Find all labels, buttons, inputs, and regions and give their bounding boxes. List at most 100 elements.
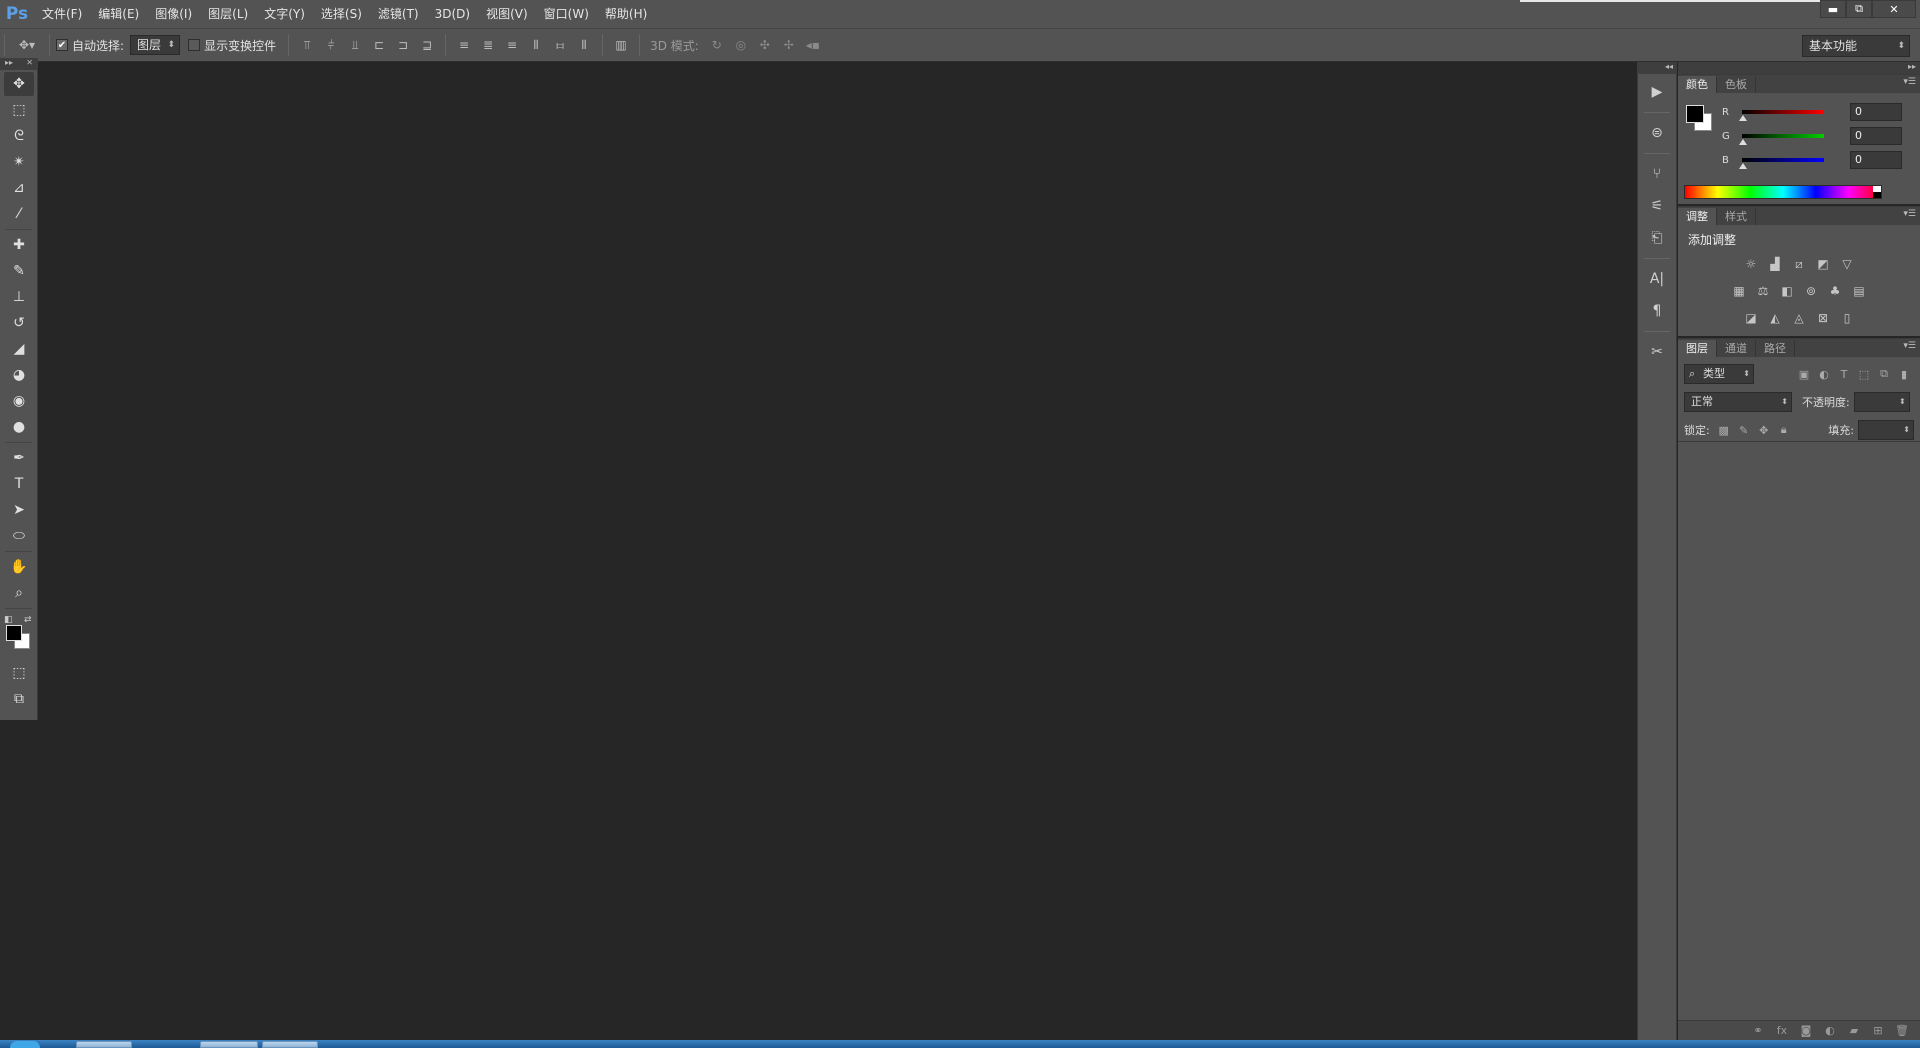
history-brush-tool[interactable]: ↺ bbox=[4, 311, 34, 335]
brush-tool[interactable]: ✎ bbox=[4, 259, 34, 283]
layer-style-icon[interactable]: fx bbox=[1770, 1024, 1794, 1037]
3d-rotate-icon[interactable]: ↻ bbox=[707, 35, 727, 55]
play-icon[interactable]: ▶ bbox=[1641, 78, 1673, 106]
dock-header[interactable]: ◂◂ bbox=[1637, 62, 1677, 74]
brush-presets-icon[interactable]: ⑂ bbox=[1641, 160, 1673, 188]
auto-select-target-dropdown[interactable]: 图层 bbox=[130, 35, 181, 55]
filter-kind-dropdown[interactable]: ⌕ 类型 bbox=[1684, 364, 1754, 384]
filter-toggle-icon[interactable]: ▮ bbox=[1894, 365, 1914, 383]
vibrance-icon[interactable]: ▽ bbox=[1837, 255, 1857, 273]
crop-tool[interactable]: ⊿ bbox=[4, 176, 34, 200]
align-vcenter-icon[interactable]: ⫩ bbox=[321, 35, 341, 55]
document-area[interactable] bbox=[39, 62, 1637, 1040]
menu-view[interactable]: 视图(V) bbox=[478, 0, 536, 28]
distribute-left-icon[interactable]: ⫴ bbox=[526, 35, 546, 55]
link-layers-icon[interactable]: ⚭ bbox=[1746, 1024, 1770, 1037]
menu-type[interactable]: 文字(Y) bbox=[256, 0, 313, 28]
collapse-icon[interactable]: ▸▸ bbox=[5, 58, 13, 70]
lock-all-icon[interactable]: 🔒︎ bbox=[1774, 421, 1794, 439]
paint-bucket-tool[interactable]: ◕ bbox=[4, 363, 34, 387]
tool-presets-icon[interactable]: ⚟ bbox=[1641, 192, 1673, 220]
red-value-input[interactable]: 0 bbox=[1850, 103, 1902, 121]
collapse-icon[interactable]: ▸▸ bbox=[1908, 62, 1916, 71]
menu-layer[interactable]: 图层(L) bbox=[200, 0, 256, 28]
minimize-button[interactable]: ▬ bbox=[1820, 0, 1846, 18]
auto-align-icon[interactable]: ▥ bbox=[611, 35, 631, 55]
tool-preset-picker-icon[interactable]: ✥▾ bbox=[13, 35, 41, 55]
lock-image-icon[interactable]: ✎ bbox=[1734, 421, 1754, 439]
right-panels-header[interactable]: ▸▸ bbox=[1678, 62, 1920, 74]
menu-edit[interactable]: 编辑(E) bbox=[90, 0, 147, 28]
selective-color-icon[interactable]: ⊠ bbox=[1813, 309, 1833, 327]
rect-marquee-tool[interactable]: ⬚ bbox=[4, 98, 34, 122]
filter-shape-icon[interactable]: ⬚ bbox=[1854, 365, 1874, 383]
screen-mode-button[interactable]: ⧉ bbox=[4, 687, 34, 711]
fill-input[interactable] bbox=[1858, 420, 1914, 440]
align-right-icon[interactable]: ⊒ bbox=[417, 35, 437, 55]
path-selection-tool[interactable]: ➤ bbox=[4, 498, 34, 522]
3d-roll-icon[interactable]: ◎ bbox=[731, 35, 751, 55]
blue-value-input[interactable]: 0 bbox=[1850, 151, 1902, 169]
color-spectrum-bar[interactable] bbox=[1684, 185, 1882, 199]
menu-file[interactable]: 文件(F) bbox=[34, 0, 90, 28]
tools-icon[interactable]: ✂ bbox=[1641, 338, 1673, 366]
collapse-icon[interactable]: ◂◂ bbox=[1665, 62, 1673, 71]
record-icon[interactable]: ⊜ bbox=[1641, 119, 1673, 147]
close-button[interactable]: ✕ bbox=[1872, 0, 1916, 18]
workspace-switcher[interactable]: 基本功能 bbox=[1802, 35, 1910, 57]
tab-color[interactable]: 颜色 bbox=[1678, 76, 1717, 93]
distribute-hcenter-icon[interactable]: ⧦ bbox=[550, 35, 570, 55]
tab-channels[interactable]: 通道 bbox=[1717, 340, 1756, 357]
3d-slide-icon[interactable]: ✢ bbox=[779, 35, 799, 55]
dodge-tool[interactable]: ● bbox=[4, 415, 34, 439]
taskbar-item[interactable] bbox=[262, 1041, 318, 1048]
ellipse-tool[interactable]: ⬭ bbox=[4, 524, 34, 548]
menu-help[interactable]: 帮助(H) bbox=[597, 0, 655, 28]
blur-tool[interactable]: ◉ bbox=[4, 389, 34, 413]
panel-menu-icon[interactable]: ▾☰ bbox=[1903, 341, 1916, 351]
healing-brush-tool[interactable]: ✚ bbox=[4, 233, 34, 257]
brightness-icon[interactable]: ☼ bbox=[1741, 255, 1761, 273]
taskbar-item[interactable] bbox=[200, 1041, 258, 1048]
new-group-icon[interactable]: ▰ bbox=[1842, 1024, 1866, 1037]
align-hcenter-icon[interactable]: ⊐ bbox=[393, 35, 413, 55]
gradient-map-icon[interactable]: ▯ bbox=[1837, 309, 1857, 327]
align-top-icon[interactable]: ⫪ bbox=[297, 35, 317, 55]
3d-pan-icon[interactable]: ✣ bbox=[755, 35, 775, 55]
filter-pixel-icon[interactable]: ▣ bbox=[1794, 365, 1814, 383]
menu-image[interactable]: 图像(I) bbox=[147, 0, 200, 28]
invert-icon[interactable]: ◪ bbox=[1741, 309, 1761, 327]
black-white-swatch[interactable] bbox=[1873, 186, 1881, 198]
tab-styles[interactable]: 样式 bbox=[1717, 208, 1756, 225]
hue-saturation-icon[interactable]: ▦ bbox=[1729, 282, 1749, 300]
color-lookup-icon[interactable]: ▤ bbox=[1849, 282, 1869, 300]
swap-colors-icon[interactable]: ⇄ bbox=[24, 615, 32, 625]
menu-window[interactable]: 窗口(W) bbox=[536, 0, 597, 28]
slider-thumb[interactable] bbox=[1739, 115, 1747, 121]
new-layer-icon[interactable]: ⊞ bbox=[1866, 1024, 1890, 1037]
panel-menu-icon[interactable]: ▾☰ bbox=[1903, 209, 1916, 219]
tab-swatches[interactable]: 色板 bbox=[1717, 76, 1756, 93]
delete-layer-icon[interactable]: 🗑︎ bbox=[1890, 1024, 1914, 1037]
quick-mask-button[interactable]: ⬚ bbox=[4, 661, 34, 685]
green-slider[interactable] bbox=[1739, 134, 1824, 145]
levels-icon[interactable]: ▟ bbox=[1765, 255, 1785, 273]
restore-button[interactable]: ⧉ bbox=[1846, 0, 1872, 18]
auto-select-checkbox[interactable]: ✔ 自动选择: bbox=[56, 37, 124, 54]
blue-slider[interactable] bbox=[1739, 158, 1824, 169]
clone-source-icon[interactable]: ⎗ bbox=[1641, 224, 1673, 252]
align-bottom-icon[interactable]: ⫫ bbox=[345, 35, 365, 55]
clone-stamp-tool[interactable]: ⊥ bbox=[4, 285, 34, 309]
curves-icon[interactable]: ⧄ bbox=[1789, 255, 1809, 273]
lock-position-icon[interactable]: ✥ bbox=[1754, 421, 1774, 439]
filter-smart-object-icon[interactable]: ⧉ bbox=[1874, 365, 1894, 383]
align-left-icon[interactable]: ⊏ bbox=[369, 35, 389, 55]
eraser-tool[interactable]: ◢ bbox=[4, 337, 34, 361]
slider-thumb[interactable] bbox=[1739, 139, 1747, 145]
lasso-tool[interactable]: ᘓ bbox=[4, 124, 34, 148]
exposure-icon[interactable]: ◩ bbox=[1813, 255, 1833, 273]
start-orb[interactable] bbox=[10, 1041, 40, 1048]
close-panel-icon[interactable]: ✕ bbox=[26, 58, 33, 70]
channel-mixer-icon[interactable]: ♣ bbox=[1825, 282, 1845, 300]
tools-panel-header[interactable]: ▸▸ ✕ bbox=[0, 58, 38, 70]
